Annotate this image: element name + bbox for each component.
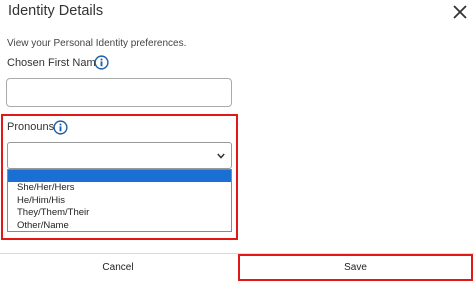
chevron-down-icon xyxy=(217,153,225,159)
dropdown-option-other[interactable]: Other/Name xyxy=(8,220,231,232)
pronouns-dropdown-list: She/Her/Hers He/Him/His They/Them/Their … xyxy=(7,169,232,232)
pronouns-select[interactable] xyxy=(7,142,232,169)
dropdown-option-she[interactable]: She/Her/Hers xyxy=(8,182,231,194)
dropdown-option-blank[interactable] xyxy=(8,170,231,183)
info-icon[interactable] xyxy=(94,55,109,70)
first-name-label: Chosen First Name xyxy=(7,57,102,69)
intro-text: View your Personal Identity preferences. xyxy=(7,38,187,49)
pronouns-label: Pronouns xyxy=(7,121,55,133)
dropdown-option-he[interactable]: He/Him/His xyxy=(8,195,231,207)
dialog-title: Identity Details xyxy=(8,3,104,19)
cancel-button[interactable]: Cancel xyxy=(0,254,236,280)
dropdown-option-they[interactable]: They/Them/Their xyxy=(8,207,231,219)
first-name-input[interactable] xyxy=(6,78,232,107)
save-button[interactable]: Save xyxy=(238,254,473,281)
close-icon[interactable] xyxy=(452,4,468,20)
info-icon[interactable] xyxy=(53,120,68,135)
